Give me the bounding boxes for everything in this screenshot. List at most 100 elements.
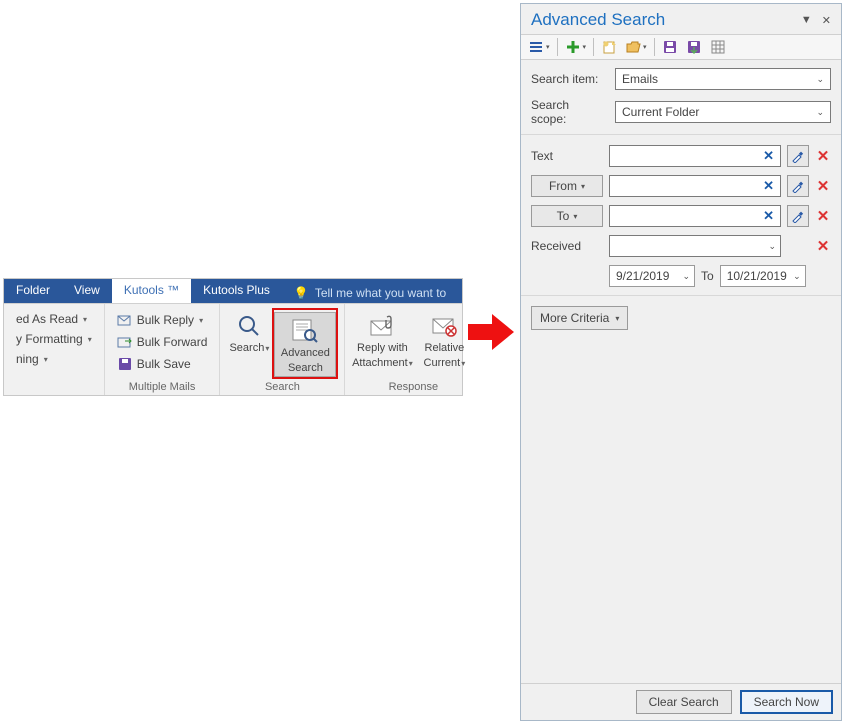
chevron-down-icon: ▾ bbox=[199, 316, 203, 325]
folder-open-icon bbox=[625, 39, 641, 55]
eyedropper-icon bbox=[791, 209, 805, 223]
clear-to-button[interactable]: ✕ bbox=[761, 208, 776, 224]
ning-button[interactable]: ning▾ bbox=[12, 350, 96, 368]
mark-as-read-button[interactable]: ed As Read ▾ bbox=[12, 310, 96, 328]
received-criteria-label: Received bbox=[531, 239, 603, 253]
search-scope-value: Current Folder bbox=[622, 105, 699, 119]
relative-current-icon bbox=[428, 312, 460, 340]
search-icon bbox=[233, 312, 265, 340]
group-multiple-mails: Bulk Reply ▾ Bulk Forward Bulk Save Multi… bbox=[105, 304, 221, 395]
bulk-forward-button[interactable]: Bulk Forward bbox=[113, 332, 212, 352]
reply-with-attachment-button[interactable]: Reply with Attachment▾ bbox=[351, 308, 413, 379]
advanced-search-highlight: Advanced Search bbox=[272, 308, 338, 379]
search-item-select[interactable]: Emails ⌄ bbox=[615, 68, 831, 90]
tab-tell-me[interactable]: 💡 Tell me what you want to bbox=[282, 279, 458, 303]
text-criteria-label: Text bbox=[531, 149, 603, 163]
text-picker-button[interactable] bbox=[787, 145, 809, 167]
advanced-line2: Search bbox=[288, 362, 323, 375]
eyedropper-icon bbox=[791, 179, 805, 193]
chevron-down-icon: ▾ bbox=[409, 359, 413, 368]
reply-attachment-icon bbox=[366, 312, 398, 340]
date-to-input[interactable]: 10/21/2019 ⌄ bbox=[720, 265, 806, 287]
toolbar-separator bbox=[593, 38, 594, 56]
toolbar-open-button[interactable]: ▾ bbox=[622, 37, 650, 57]
remove-text-criteria-button[interactable]: ✕ bbox=[815, 147, 831, 165]
toolbar-new-button[interactable] bbox=[598, 37, 620, 57]
to-criteria-input[interactable]: ✕ bbox=[609, 205, 781, 227]
group-label-response: Response bbox=[389, 379, 439, 393]
remove-from-criteria-button[interactable]: ✕ bbox=[815, 177, 831, 195]
tab-folder[interactable]: Folder bbox=[4, 279, 62, 303]
more-criteria-button[interactable]: More Criteria ▾ bbox=[531, 306, 628, 330]
relative-line2: Current bbox=[424, 357, 461, 369]
tab-kutools[interactable]: Kutools ™ bbox=[112, 279, 191, 303]
bulk-forward-icon bbox=[117, 334, 133, 350]
chevron-down-icon: ⌄ bbox=[793, 271, 801, 282]
clear-text-button[interactable]: ✕ bbox=[761, 148, 776, 164]
formatting-button[interactable]: y Formatting▾ bbox=[12, 330, 96, 348]
remove-to-criteria-button[interactable]: ✕ bbox=[815, 207, 831, 225]
from-criteria-input[interactable]: ✕ bbox=[609, 175, 781, 197]
remove-received-criteria-button[interactable]: ✕ bbox=[815, 237, 831, 255]
date-to-label: To bbox=[701, 269, 714, 283]
search-now-button[interactable]: Search Now bbox=[740, 690, 833, 714]
chevron-down-icon: ▾ bbox=[88, 335, 92, 344]
toolbar-separator bbox=[654, 38, 655, 56]
group-label-blank bbox=[10, 379, 98, 393]
tab-kutools-plus[interactable]: Kutools Plus bbox=[191, 279, 282, 303]
tell-me-label: Tell me what you want to bbox=[315, 286, 446, 300]
advanced-search-panel: Advanced Search ▼ ✕ ▾ ▾ ▾ bbox=[520, 3, 842, 721]
relative-current-button[interactable]: Relative Current▾ bbox=[413, 308, 475, 379]
to-criteria-button[interactable]: To ▾ bbox=[531, 205, 603, 227]
advanced-line1: Advanced bbox=[281, 347, 330, 360]
bulk-reply-button[interactable]: Bulk Reply ▾ bbox=[113, 310, 212, 330]
reply-line2: Attachment bbox=[352, 357, 408, 369]
chevron-down-icon: ▾ bbox=[615, 314, 619, 323]
chevron-down-icon: ▾ bbox=[643, 43, 647, 51]
chevron-down-icon: ▾ bbox=[573, 212, 577, 221]
search-btn-label: Search bbox=[229, 342, 264, 354]
more-criteria-label: More Criteria bbox=[540, 311, 609, 325]
plus-icon bbox=[565, 39, 581, 55]
date-from-value: 9/21/2019 bbox=[616, 269, 669, 283]
relative-line1: Relative bbox=[425, 342, 465, 355]
search-item-value: Emails bbox=[622, 72, 658, 86]
toolbar-add-button[interactable]: ▾ bbox=[562, 37, 590, 57]
text-criteria-input[interactable]: ✕ bbox=[609, 145, 781, 167]
toolbar-menu-button[interactable]: ▾ bbox=[525, 37, 553, 57]
panel-options-button[interactable]: ▼ bbox=[799, 14, 814, 27]
from-picker-button[interactable] bbox=[787, 175, 809, 197]
clear-search-button[interactable]: Clear Search bbox=[636, 690, 732, 714]
bulk-save-icon bbox=[117, 356, 133, 372]
panel-close-button[interactable]: ✕ bbox=[820, 14, 833, 27]
chevron-down-icon: ⌄ bbox=[768, 241, 776, 252]
search-scope-label: Search scope: bbox=[531, 98, 607, 126]
toolbar-grid-button[interactable] bbox=[707, 37, 729, 57]
mark-as-read-label: ed As Read bbox=[16, 312, 78, 326]
search-scope-select[interactable]: Current Folder ⌄ bbox=[615, 101, 831, 123]
group-label-multiple-mails: Multiple Mails bbox=[129, 379, 196, 393]
to-picker-button[interactable] bbox=[787, 205, 809, 227]
advanced-search-button[interactable]: Advanced Search bbox=[274, 312, 336, 377]
save-icon bbox=[662, 39, 678, 55]
toolbar-save-button[interactable] bbox=[659, 37, 681, 57]
search-button[interactable]: Search▾ bbox=[226, 308, 272, 379]
reply-line1: Reply with bbox=[357, 342, 408, 355]
tab-view[interactable]: View bbox=[62, 279, 112, 303]
chevron-down-icon: ▾ bbox=[265, 344, 269, 353]
clear-from-button[interactable]: ✕ bbox=[761, 178, 776, 194]
chevron-down-icon: ▾ bbox=[581, 182, 585, 191]
received-criteria-select[interactable]: ⌄ bbox=[609, 235, 781, 257]
bulk-reply-icon bbox=[117, 312, 133, 328]
bulk-save-button[interactable]: Bulk Save bbox=[113, 354, 212, 374]
group-label-search: Search bbox=[265, 379, 300, 393]
group-partial-left: ed As Read ▾ y Formatting▾ ning▾ bbox=[4, 304, 105, 395]
chevron-down-icon: ▾ bbox=[461, 359, 465, 368]
from-criteria-button[interactable]: From ▾ bbox=[531, 175, 603, 197]
chevron-down-icon: ▾ bbox=[83, 315, 87, 324]
bulk-reply-label: Bulk Reply bbox=[137, 313, 194, 327]
chevron-down-icon: ▾ bbox=[546, 43, 550, 51]
toolbar-export-button[interactable] bbox=[683, 37, 705, 57]
date-from-input[interactable]: 9/21/2019 ⌄ bbox=[609, 265, 695, 287]
eyedropper-icon bbox=[791, 149, 805, 163]
